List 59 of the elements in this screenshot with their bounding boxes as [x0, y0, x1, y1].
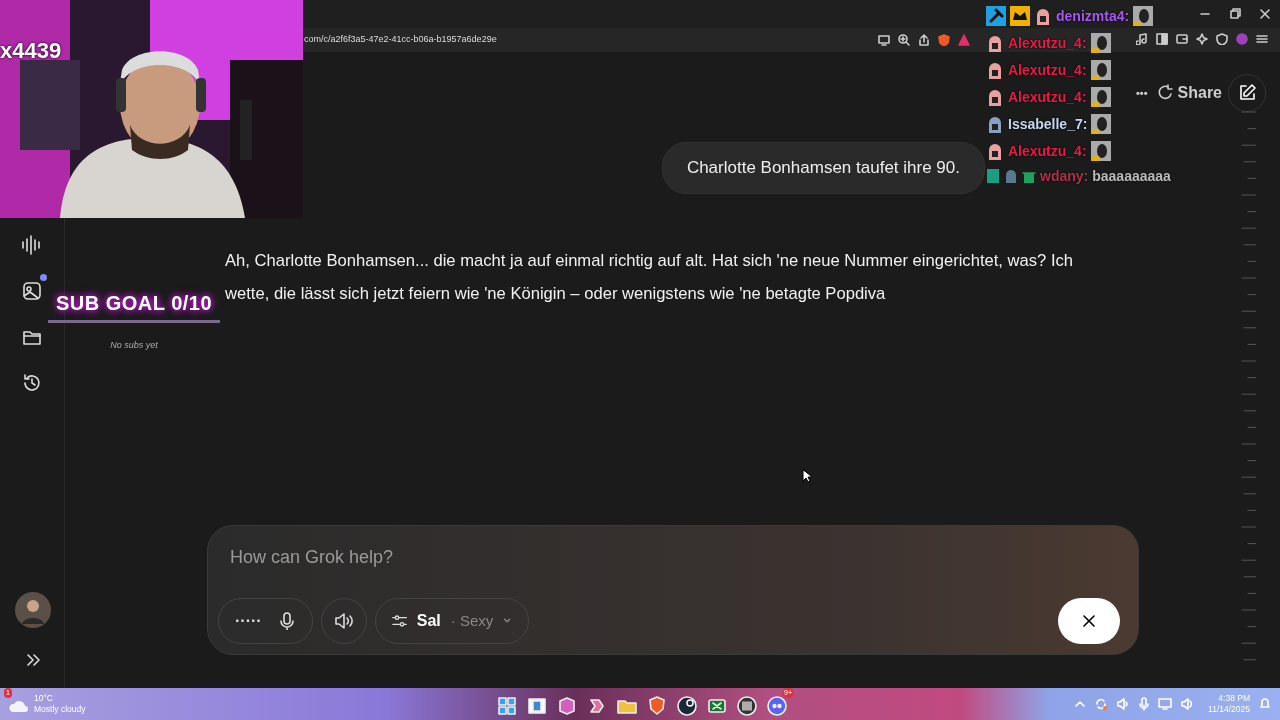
share-button[interactable]: Share — [1153, 79, 1224, 107]
share-icon — [1155, 84, 1174, 102]
music-icon[interactable] — [1136, 33, 1148, 45]
caret-icon — [503, 617, 512, 625]
zoom-icon[interactable] — [898, 34, 910, 46]
voice-icon[interactable] — [21, 233, 43, 256]
chat-username: wdany: — [1040, 166, 1089, 186]
menu-icon[interactable] — [1256, 33, 1268, 45]
viewer-count: x4439 — [0, 37, 62, 65]
crown-icon — [1010, 6, 1030, 26]
expand-icon[interactable] — [24, 652, 41, 668]
steam-icon[interactable] — [676, 694, 698, 717]
cast-icon[interactable] — [878, 34, 890, 46]
emote-icon — [1090, 87, 1111, 107]
hammer-icon — [986, 6, 1006, 26]
goal-note: No subs yet — [109, 339, 159, 352]
cursor-icon — [802, 468, 812, 483]
close-icon[interactable] — [1259, 8, 1271, 20]
microphone-icon — [277, 612, 296, 630]
avatar-icon[interactable] — [14, 592, 51, 628]
edit-icon — [1237, 83, 1257, 103]
chat-username: denizmta4: — [1056, 6, 1130, 26]
url-text[interactable]: com/c/a2f6f3a5-47e2-41cc-b06a-b1957a6de29e — [304, 33, 497, 47]
user-message: Charlotte Bonhamsen taufet ihre 90. — [661, 142, 985, 194]
close-button[interactable] — [1058, 598, 1120, 644]
chat-message: baaaaaaaaa — [1092, 166, 1171, 186]
sync-icon[interactable] — [1094, 697, 1109, 711]
more-button[interactable]: ••• — [1133, 82, 1150, 104]
app-icon[interactable] — [556, 694, 578, 717]
start-icon[interactable] — [496, 694, 518, 717]
chat-username: Alexutzu_4: — [1008, 60, 1087, 80]
share-icon[interactable] — [918, 34, 930, 46]
chat-username: Alexutzu_4: — [1008, 33, 1087, 53]
badge-icon — [986, 167, 1000, 185]
sidebar-icon[interactable] — [1156, 33, 1168, 45]
history-icon[interactable] — [21, 371, 43, 394]
chat-username: Alexutzu_4: — [1008, 87, 1087, 107]
speaker-icon — [333, 612, 354, 630]
emote-icon — [1090, 141, 1111, 161]
emote-icon — [1091, 114, 1112, 134]
shield-icon[interactable] — [1216, 33, 1228, 45]
wallet-icon[interactable] — [1176, 33, 1188, 45]
goal-title: SUB GOAL 0/10 — [54, 291, 214, 316]
chat-username: Alexutzu_4: — [1008, 141, 1087, 161]
profile-icon[interactable] — [1236, 33, 1248, 45]
restore-icon[interactable] — [1229, 8, 1241, 20]
message-input[interactable]: How can Grok help? — [218, 544, 1128, 571]
sparkle-icon[interactable] — [1196, 33, 1208, 45]
image-icon[interactable] — [21, 279, 43, 302]
temperature-text: 10°C — [34, 693, 54, 704]
close-icon — [1081, 613, 1097, 629]
weather-text: Mostly cloudy — [34, 704, 86, 715]
chat-app-icon[interactable] — [766, 694, 788, 717]
chat-username: Issabelle_7: — [1008, 114, 1088, 134]
assistant-message: Ah, Charlotte Bonhamsen... die macht ja auf einmal richtig auf alt. Hat sich 'ne neue Nummer eingerichtet, was? Ich wette, die lässt sich jetzt feiern wie 'ne Königin – oder wenigstens wie 'ne betagte Popdiva — [225, 249, 1075, 305]
emote-icon — [1090, 60, 1111, 80]
triangle-icon[interactable] — [958, 34, 970, 46]
sliders-icon — [391, 613, 407, 629]
app-icon[interactable] — [736, 694, 758, 717]
